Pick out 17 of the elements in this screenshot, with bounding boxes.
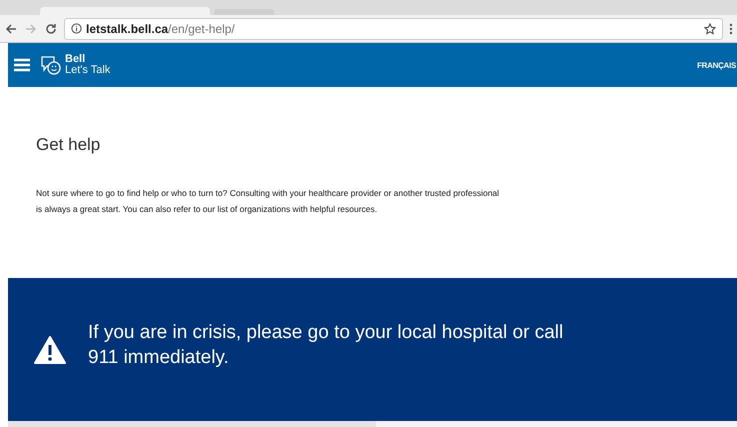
back-icon[interactable]	[4, 22, 18, 36]
crisis-message: If you are in crisis, please go to your local hospital or call 911 immediately.	[88, 320, 564, 370]
page-title: Get help	[36, 135, 102, 155]
info-icon[interactable]	[71, 23, 82, 34]
warning-icon	[34, 334, 66, 364]
bookmark-star-icon[interactable]	[704, 22, 716, 34]
menu-icon[interactable]	[729, 22, 733, 36]
logo-subtitle: Let's Talk	[65, 65, 110, 76]
reload-icon[interactable]	[44, 22, 58, 36]
address-bar[interactable]: letstalk.bell.ca/en/get-help/	[64, 18, 723, 40]
menu-icon[interactable]	[14, 58, 30, 72]
logo-text: Bell	[65, 54, 86, 65]
speech-bubble-face-icon	[40, 54, 62, 76]
language-link[interactable]: FRANÇAIS	[697, 60, 736, 70]
intro-paragraph: Not sure where to go to find help or who to turn to? Consulting with your healthcare provider or another trusted professional is always a great start. You can also refer to our list of organizations with helpful resources.	[36, 187, 500, 216]
url-path: /en/get-help/	[168, 22, 235, 36]
url-domain: letstalk.bell.ca	[86, 22, 168, 36]
